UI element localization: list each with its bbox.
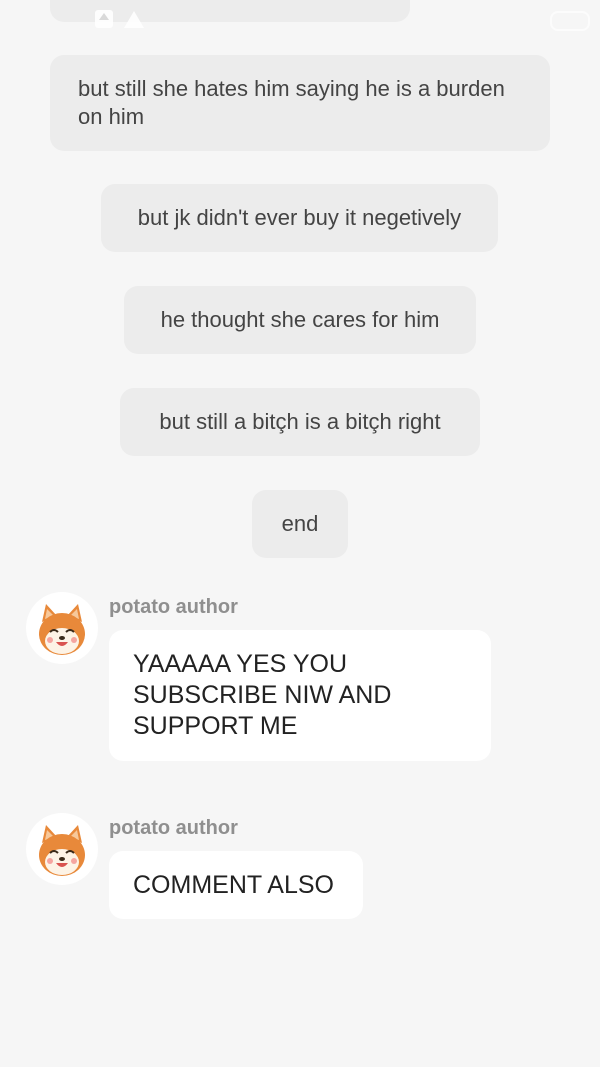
author-avatar[interactable] <box>26 592 98 664</box>
message-bubble: but still a bitçh is a bitçh right <box>120 388 480 456</box>
author-message-bubble: COMMENT ALSO <box>109 851 363 919</box>
author-message-bubble: YAAAAA YES YOU SUBSCRIBE NIW AND SUPPORT… <box>109 630 491 761</box>
upload-icon <box>95 10 113 28</box>
message-bubble: but still she hates him saying he is a b… <box>50 55 550 151</box>
author-avatar[interactable] <box>26 813 98 885</box>
battery-icon <box>550 11 590 31</box>
message-bubble: but jk didn't ever buy it negetively <box>101 184 498 252</box>
author-name: potato author <box>109 596 238 618</box>
shiba-dog-icon <box>39 825 85 876</box>
author-name: potato author <box>109 817 238 839</box>
message-bubble: he thought she cares for him <box>124 286 476 354</box>
message-bubble: end <box>252 490 348 558</box>
shiba-dog-icon <box>39 604 85 655</box>
warning-icon <box>124 11 144 28</box>
status-bar <box>0 0 600 40</box>
chat-screen: but still she hates him saying he is a b… <box>0 0 600 1067</box>
